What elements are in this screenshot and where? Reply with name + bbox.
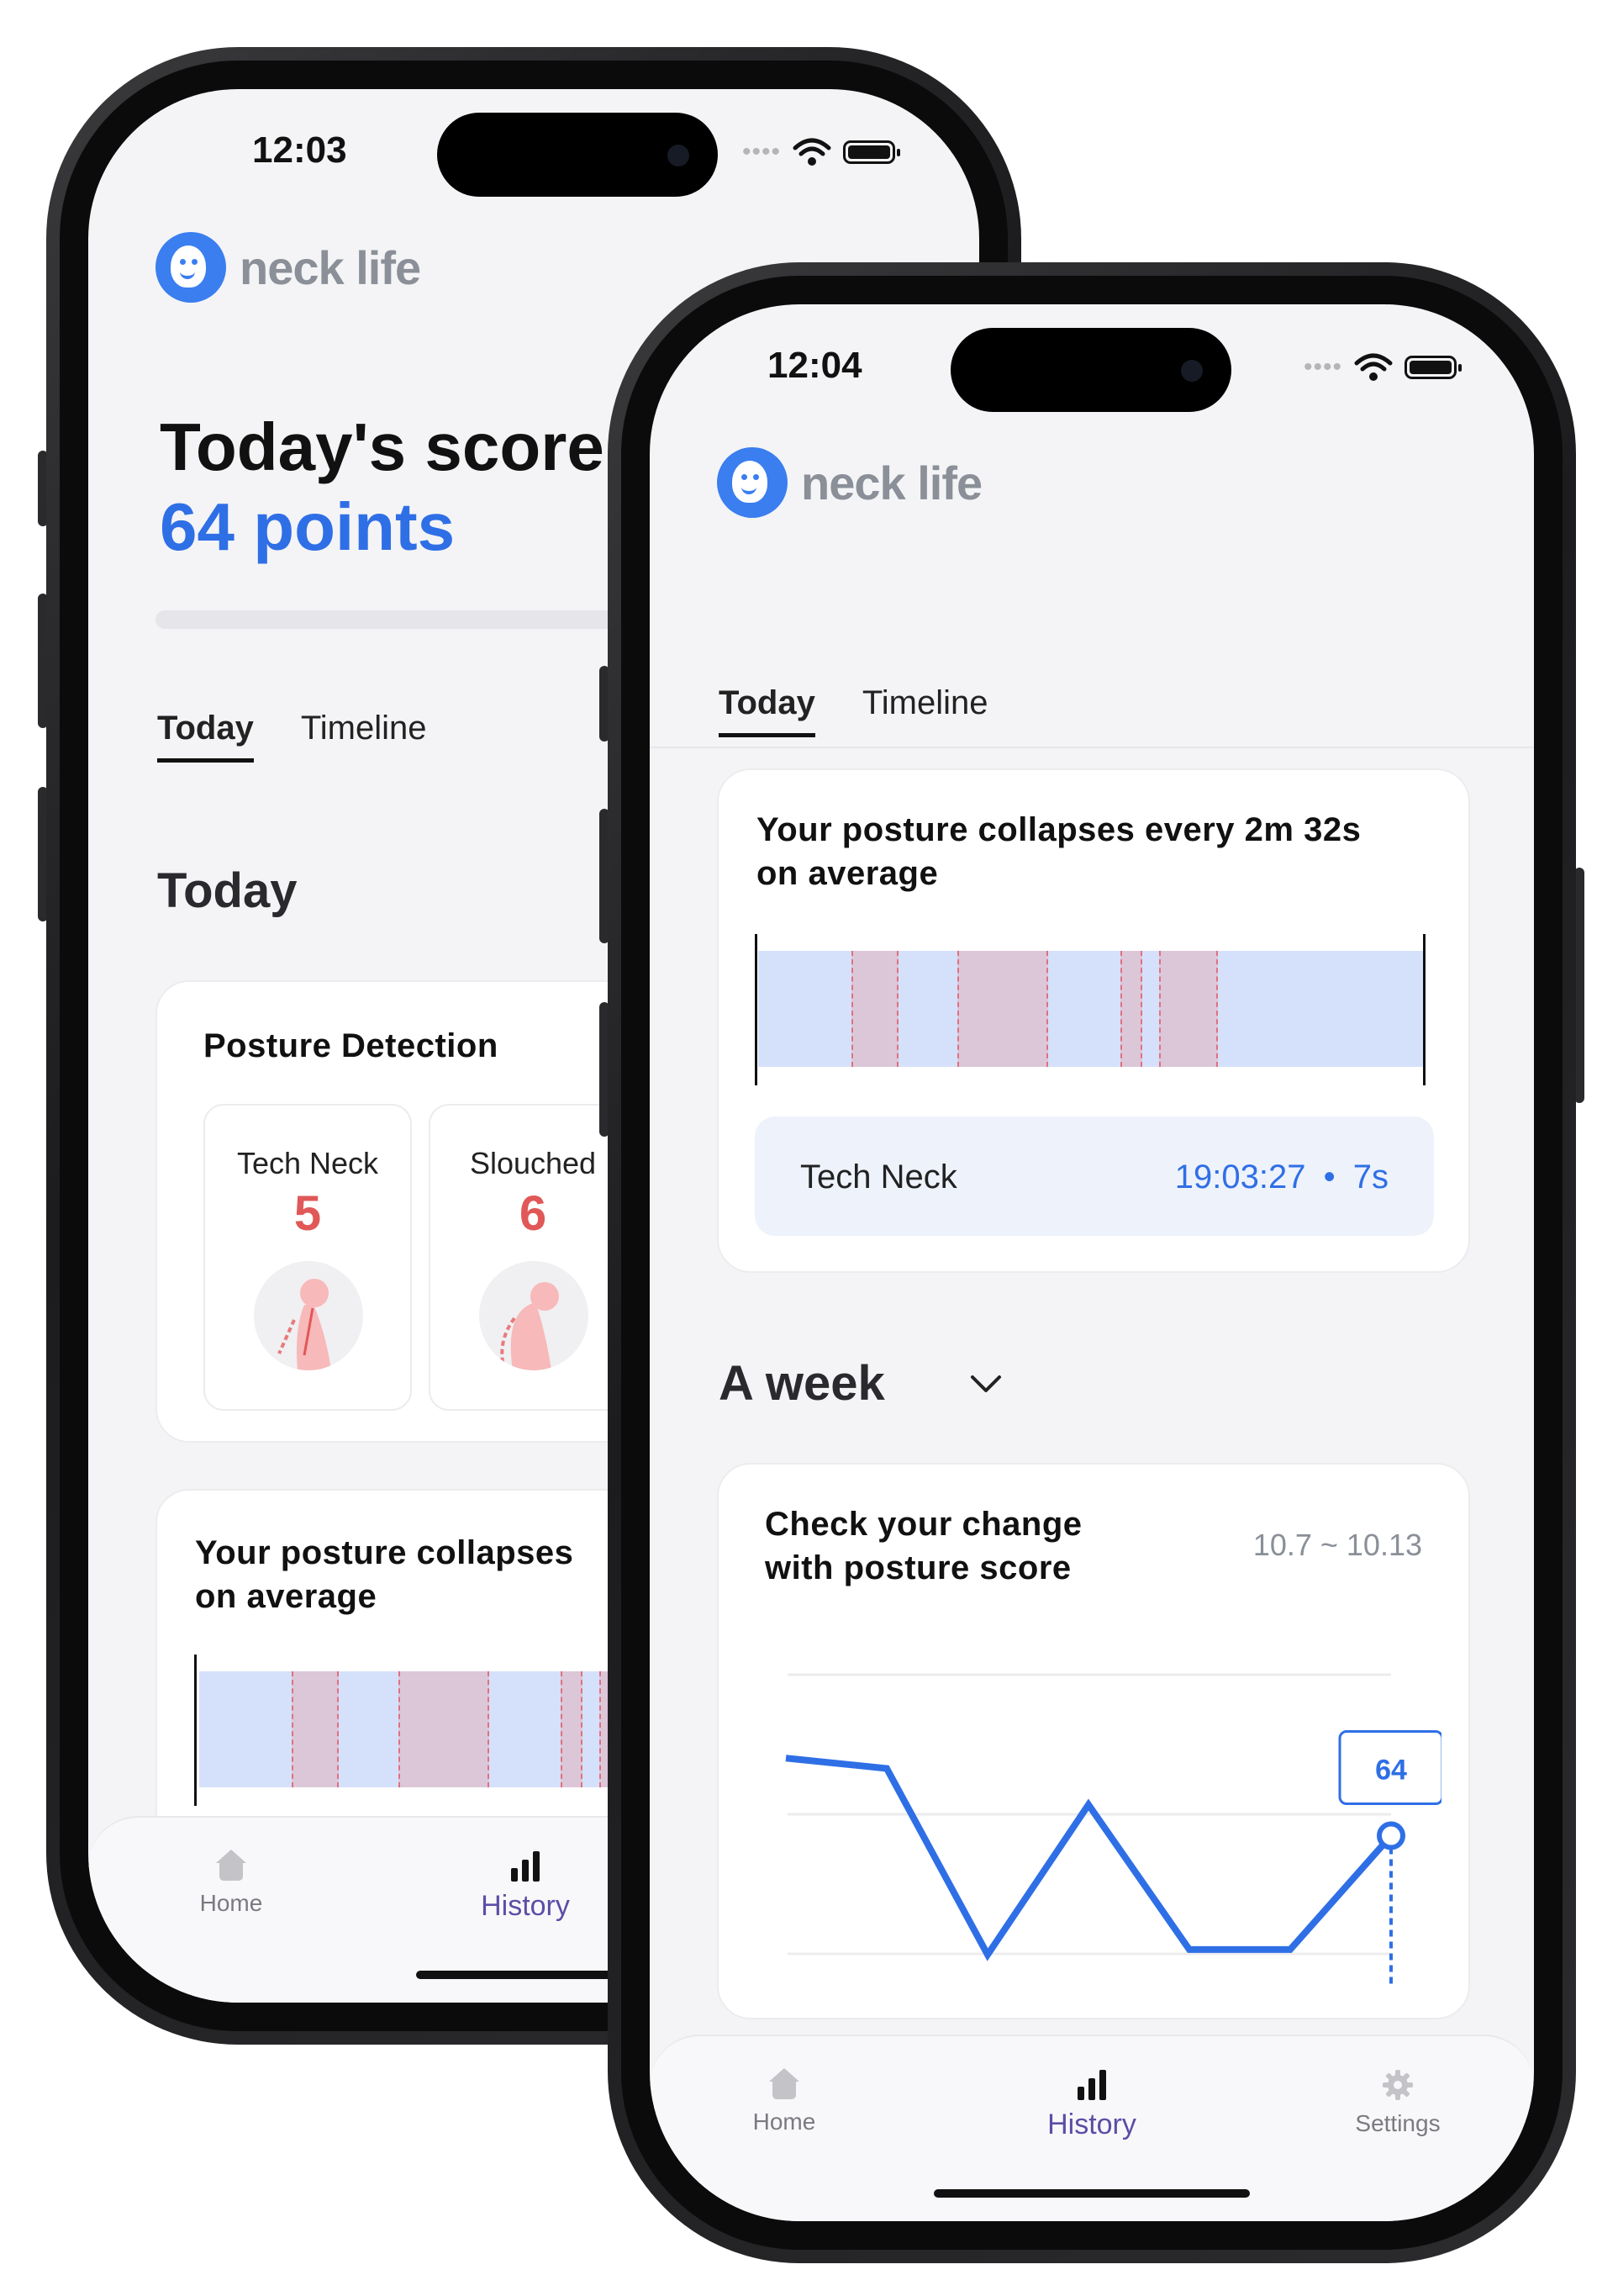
front-phone: 12:04 •••• neck life Today Timeline Your… [599, 262, 1584, 2263]
nav-home[interactable]: Home [717, 2068, 851, 2135]
score-value: 64 points [160, 489, 456, 564]
tab-today[interactable]: Today [719, 684, 815, 737]
signal-icon: •••• [1303, 353, 1342, 381]
posture-score-chart: 64 [785, 1673, 1441, 1986]
front-tabs: Today Timeline [719, 684, 988, 737]
signal-icon: •••• [741, 138, 781, 166]
collapse-segment [292, 1671, 339, 1787]
status-icons: •••• [1303, 353, 1462, 382]
app-name: neck life [240, 240, 421, 294]
nav-settings-label: Settings [1355, 2110, 1441, 2136]
dynamic-island [951, 328, 1231, 412]
logo-icon [717, 447, 788, 518]
slouched-figure-icon [479, 1261, 588, 1370]
home-indicator[interactable] [934, 2189, 1250, 2198]
wifi-icon [793, 138, 831, 166]
status-time: 12:03 [252, 129, 347, 171]
collapse-segment [398, 1671, 489, 1787]
home-icon [214, 1850, 248, 1882]
latest-point[interactable] [1377, 1821, 1405, 1850]
tabs-divider [650, 747, 1534, 748]
collapse-title-line2: on average [756, 855, 939, 892]
dynamic-island [437, 113, 718, 197]
front-phone-screen: 12:04 •••• neck life Today Timeline Your… [650, 304, 1534, 2221]
back-tabs: Today Timeline [157, 710, 427, 763]
period-selector[interactable]: A week [719, 1355, 1003, 1412]
event-time: 19:03:27 [1174, 1159, 1306, 1196]
collapse-title-line2: on average [195, 1578, 377, 1615]
history-bars-icon [1075, 2066, 1109, 2100]
logo-icon [155, 232, 226, 303]
collapse-segment [851, 951, 899, 1067]
nav-history[interactable]: History [450, 1848, 601, 1923]
score-heading: Today's score [160, 409, 604, 484]
battery-icon [1405, 356, 1462, 379]
detection-label: Tech Neck [236, 1146, 379, 1180]
camera-icon [1181, 360, 1203, 382]
score-date-range: 10.7 ~ 10.13 [1252, 1528, 1422, 1562]
collapse-segment [957, 951, 1048, 1067]
nav-history-label: History [481, 1890, 570, 1922]
period-label: A week [719, 1356, 885, 1411]
tab-timeline[interactable]: Timeline [301, 710, 427, 763]
collapse-title-line1: Your posture collapses every 2m 32s [756, 811, 1362, 848]
status-time: 12:04 [767, 345, 862, 386]
tab-timeline[interactable]: Timeline [862, 684, 988, 737]
status-icons: •••• [741, 138, 900, 166]
nav-history-label: History [1047, 2109, 1136, 2140]
posture-timeline-bar [758, 951, 1423, 1067]
detection-item-slouched[interactable]: Slouched 6 [429, 1104, 637, 1411]
timeline-end-tick [1423, 934, 1426, 1085]
history-bars-icon [509, 1848, 542, 1882]
nav-home-label: Home [199, 1890, 263, 1916]
posture-detection-title: Posture Detection [203, 1027, 498, 1064]
detection-label: Slouched [469, 1146, 597, 1180]
tab-today[interactable]: Today [157, 710, 254, 763]
home-icon [767, 2068, 801, 2100]
detection-item-tech-neck[interactable]: Tech Neck 5 [203, 1104, 412, 1411]
app-logo: neck life [717, 447, 983, 518]
collapse-card: Your posture collapses every 2m 32s on a… [717, 768, 1470, 1273]
score-card-title-line2: with posture score [765, 1549, 1072, 1586]
app-name: neck life [801, 456, 983, 509]
tech-neck-figure-icon [254, 1261, 363, 1370]
score-line [785, 1755, 1394, 1961]
score-card: Check your change with posture score 10.… [717, 1463, 1470, 2019]
battery-icon [843, 140, 900, 164]
timeline-start-tick [194, 1655, 197, 1806]
detection-count: 6 [519, 1186, 547, 1241]
nav-history[interactable]: History [1003, 2066, 1181, 2141]
nav-settings[interactable]: Settings [1322, 2068, 1473, 2137]
chevron-down-icon [970, 1375, 1001, 1392]
nav-home-label: Home [752, 2109, 816, 2135]
collapse-segment [1159, 951, 1218, 1067]
camera-icon [667, 145, 689, 166]
nav-home[interactable]: Home [164, 1850, 298, 1917]
value-label: 64 [1375, 1755, 1407, 1787]
event-duration: 7s [1352, 1159, 1389, 1196]
event-meta: 19:03:27 • 7s [1175, 1159, 1389, 1196]
section-title: Today [157, 863, 298, 918]
collapse-segment [561, 1671, 582, 1787]
event-separator: • [1323, 1159, 1336, 1196]
score-card-title-line1: Check your change [765, 1506, 1083, 1543]
collapse-title-line1: Your posture collapses [195, 1534, 574, 1571]
gear-icon [1383, 2070, 1413, 2100]
event-type: Tech Neck [800, 1159, 957, 1196]
collapse-segment [1120, 951, 1142, 1067]
collapse-event-row[interactable]: Tech Neck 19:03:27 • 7s [755, 1116, 1434, 1236]
app-logo: neck life [155, 232, 421, 303]
detection-count: 5 [293, 1186, 322, 1241]
timeline-start-tick [755, 934, 757, 1085]
wifi-icon [1354, 353, 1393, 381]
